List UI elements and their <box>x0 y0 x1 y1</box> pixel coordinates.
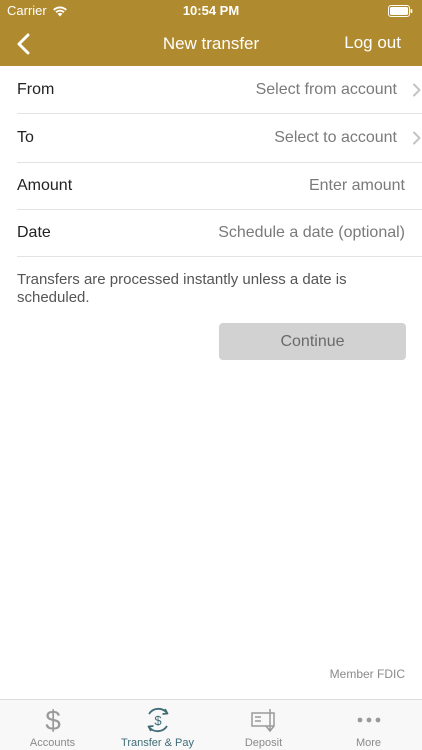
deposit-check-icon <box>249 705 279 735</box>
dollar-icon: $ <box>38 705 68 735</box>
tab-label: Deposit <box>244 737 283 749</box>
tab-deposit[interactable]: Deposit <box>211 700 316 750</box>
transfer-pay-icon: $ <box>143 705 173 735</box>
battery-icon <box>388 5 413 17</box>
to-account-row[interactable]: To Select to account <box>17 114 422 163</box>
date-field[interactable]: Schedule a date (optional) <box>218 224 405 242</box>
logout-button[interactable]: Log out <box>344 33 401 53</box>
tab-bar: $ Accounts $ Transfer & Pay Deposit More <box>0 699 422 750</box>
more-dots-icon <box>354 705 384 735</box>
tab-label: Transfer & Pay <box>121 737 194 749</box>
svg-text:$: $ <box>45 705 61 735</box>
amount-row[interactable]: Amount Enter amount <box>17 163 422 210</box>
tab-transfer-pay[interactable]: $ Transfer & Pay <box>105 700 210 750</box>
to-account-value: Select to account <box>274 129 397 146</box>
amount-field[interactable]: Enter amount <box>309 177 405 195</box>
date-label: Date <box>17 224 51 241</box>
to-label: To <box>17 129 34 146</box>
from-account-row[interactable]: From Select from account <box>17 66 422 114</box>
transfer-info-text: Transfers are processed instantly unless… <box>17 271 347 306</box>
from-account-value: Select from account <box>255 80 397 98</box>
member-fdic-label: Member FDIC <box>329 667 405 681</box>
from-label: From <box>17 80 55 98</box>
back-button[interactable] <box>8 29 38 59</box>
status-time: 10:54 PM <box>182 3 240 18</box>
chevron-left-icon <box>17 33 30 55</box>
svg-text:$: $ <box>154 713 162 728</box>
tab-accounts[interactable]: $ Accounts <box>0 700 105 750</box>
date-row[interactable]: Date Schedule a date (optional) <box>17 210 422 257</box>
header: Carrier 10:54 PM New transfer Log out <box>0 0 422 66</box>
continue-button[interactable]: Continue <box>219 323 406 360</box>
nav-bar: New transfer Log out <box>0 22 422 66</box>
chevron-right-icon <box>413 83 421 97</box>
tab-label: Accounts <box>29 737 76 749</box>
transfer-form: From Select from account To Select to ac… <box>0 66 422 257</box>
tab-more[interactable]: More <box>316 700 421 750</box>
chevron-right-icon <box>413 131 421 145</box>
status-bar: Carrier 10:54 PM <box>0 0 422 22</box>
amount-label: Amount <box>17 177 73 194</box>
tab-label: More <box>355 737 382 749</box>
